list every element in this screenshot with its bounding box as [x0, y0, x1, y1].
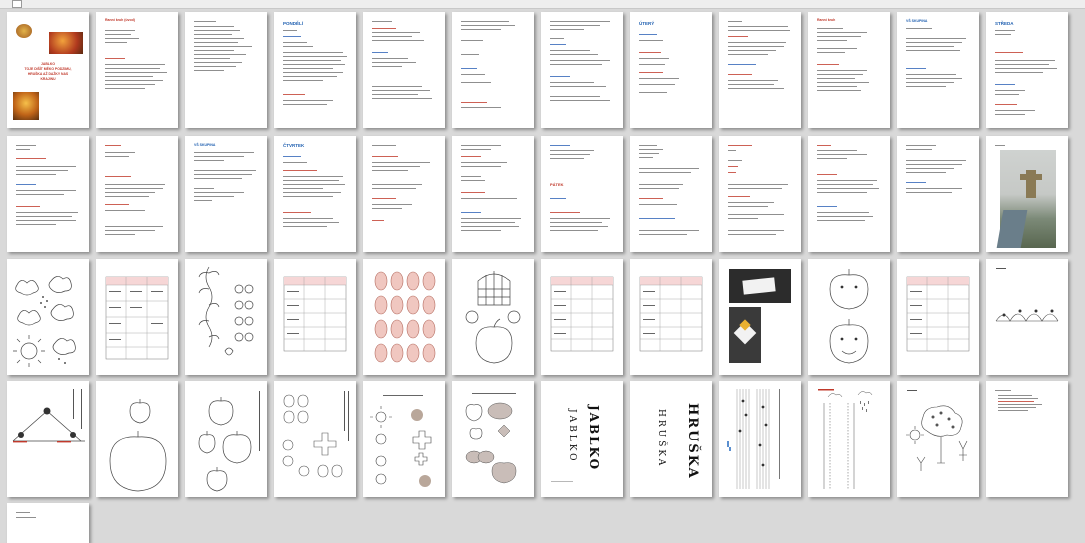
cover-photo-pumpkins: [13, 92, 39, 120]
page-thumbnail-14[interactable]: [96, 136, 178, 252]
apples-sizes-worksheet: [198, 391, 260, 492]
table-worksheet: [105, 276, 169, 360]
page-heading: STŘEDA: [995, 21, 1014, 26]
page-thumbnail-48[interactable]: [986, 381, 1068, 497]
word-hruska-outline: HRUŠKA: [656, 409, 666, 469]
hill-apple-worksheet: [12, 389, 85, 443]
page-heading: PONDĚLÍ: [283, 21, 304, 26]
page-heading: Ranní kruh (úvod): [105, 18, 135, 22]
page-thumbnail-2[interactable]: Ranní kruh (úvod): [96, 12, 178, 128]
page-thumbnail-21[interactable]: [719, 136, 801, 252]
page-heading: VŠ SKUPINA: [194, 143, 216, 147]
shapes-count-worksheet: [282, 391, 349, 478]
page-heading: PÁTEK: [550, 182, 564, 187]
apple-tree-worksheet: [906, 390, 968, 471]
page-thumbnail-10[interactable]: Ranní kruh: [808, 12, 890, 128]
page-thumbnail-8[interactable]: ÚTERÝ: [630, 12, 712, 128]
music-sheet-worksheet: [727, 389, 780, 489]
page-heading: Ranní kruh: [817, 18, 836, 22]
page-heading: VŠ SKUPINA: [906, 19, 928, 23]
page-thumbnail-4[interactable]: PONDĚLÍ: [274, 12, 356, 128]
page-thumbnail-31[interactable]: [541, 259, 623, 375]
cover-photo-small: [16, 24, 32, 38]
page-thumbnail-24[interactable]: [986, 136, 1068, 252]
page-thumbnail-39[interactable]: [185, 381, 267, 497]
page-thumbnail-12[interactable]: STŘEDA: [986, 12, 1068, 128]
page-thumbnail-40[interactable]: [274, 381, 356, 497]
page-thumbnail-41[interactable]: [363, 381, 445, 497]
statue-photo: [996, 150, 1056, 248]
page-thumbnail-25[interactable]: [7, 259, 89, 375]
page-thumbnail-49[interactable]: [7, 503, 89, 543]
page-thumbnail-6[interactable]: [452, 12, 534, 128]
page-thumbnail-5[interactable]: [363, 12, 445, 128]
page-thumbnail-7[interactable]: [541, 12, 623, 128]
page-thumbnail-3[interactable]: [185, 12, 267, 128]
page-thumbnail-13[interactable]: [7, 136, 89, 252]
page-thumbnail-47[interactable]: [897, 381, 979, 497]
page-thumbnail-20[interactable]: [630, 136, 712, 252]
table-worksheet: [550, 276, 614, 352]
basket-apple-worksheet: [465, 271, 521, 364]
table-worksheet: [906, 276, 970, 352]
page-thumbnail-45[interactable]: [719, 381, 801, 497]
apple-faces-worksheet: [829, 269, 869, 364]
clouds-sun-worksheet: [13, 276, 76, 367]
page-heading: ÚTERÝ: [639, 21, 655, 26]
page-thumbnail-36[interactable]: [986, 259, 1068, 375]
word-jablko-bold: JABLKO: [587, 405, 601, 472]
page-thumbnail-26[interactable]: [96, 259, 178, 375]
page-thumbnail-16[interactable]: ČTVRTEK: [274, 136, 356, 252]
page-thumbnail-28[interactable]: [274, 259, 356, 375]
top-toolbar: [0, 0, 1085, 9]
page-thumbnail-22[interactable]: [808, 136, 890, 252]
page-thumbnail-44[interactable]: HRUŠKA HRUŠKA: [630, 381, 712, 497]
page-thumbnail-18[interactable]: [452, 136, 534, 252]
page-thumbnail-1[interactable]: JABLKO TOJE DIŠÍT MĚKO PODZIMU, HRUŠKA AŽ …: [7, 12, 89, 128]
page-thumbnail-37[interactable]: [7, 381, 89, 497]
page-thumbnail-17[interactable]: [363, 136, 445, 252]
cover-title: JABLKO TOJE DIŠÍT MĚKO PODZIMU, HRUŠKA AŽ …: [24, 62, 72, 81]
page-thumbnail-42[interactable]: [452, 381, 534, 497]
hills-path-worksheet: [995, 268, 1059, 322]
page-thumbnail-9[interactable]: [719, 12, 801, 128]
page-thumbnail-19[interactable]: PÁTEK: [541, 136, 623, 252]
page-thumbnail-15[interactable]: VŠ SKUPINA: [185, 136, 267, 252]
plant-growth-worksheet: [198, 266, 254, 356]
word-hruska-bold: HRUŠKA: [685, 403, 700, 480]
page-thumbnail-46[interactable]: [808, 381, 890, 497]
page-thumbnail-38[interactable]: [96, 381, 178, 497]
word-jablko-outline: JABLKO: [567, 409, 577, 464]
table-worksheet: [639, 276, 703, 352]
cover-photo-autumn: [49, 32, 83, 54]
page-thumbnail-34[interactable]: [808, 259, 890, 375]
page-thumbnail-11[interactable]: VŠ SKUPINA: [897, 12, 979, 128]
sun-apple-grid-worksheet: [370, 395, 432, 487]
menu-icon[interactable]: [12, 0, 22, 8]
page-thumbnail-27[interactable]: [185, 259, 267, 375]
craft-photo-1: [729, 269, 791, 303]
page-thumbnail-30[interactable]: [452, 259, 534, 375]
page-thumbnail-23[interactable]: [897, 136, 979, 252]
page-thumbnail-43[interactable]: JABLKO JABLKO: [541, 381, 623, 497]
page-heading: ČTVRTEK: [283, 143, 305, 148]
rain-tracing-worksheet: [818, 389, 873, 489]
craft-photo-2: [729, 307, 761, 363]
page-thumbnail-33[interactable]: [719, 259, 801, 375]
table-worksheet: [283, 276, 347, 352]
apple-outline-worksheet: [109, 399, 167, 492]
page-thumbnail-29[interactable]: [363, 259, 445, 375]
page-thumbnail-32[interactable]: [630, 259, 712, 375]
fruit-shading-worksheet: [465, 393, 517, 484]
page-thumbnail-35[interactable]: [897, 259, 979, 375]
seeds-worksheet: [374, 271, 436, 363]
